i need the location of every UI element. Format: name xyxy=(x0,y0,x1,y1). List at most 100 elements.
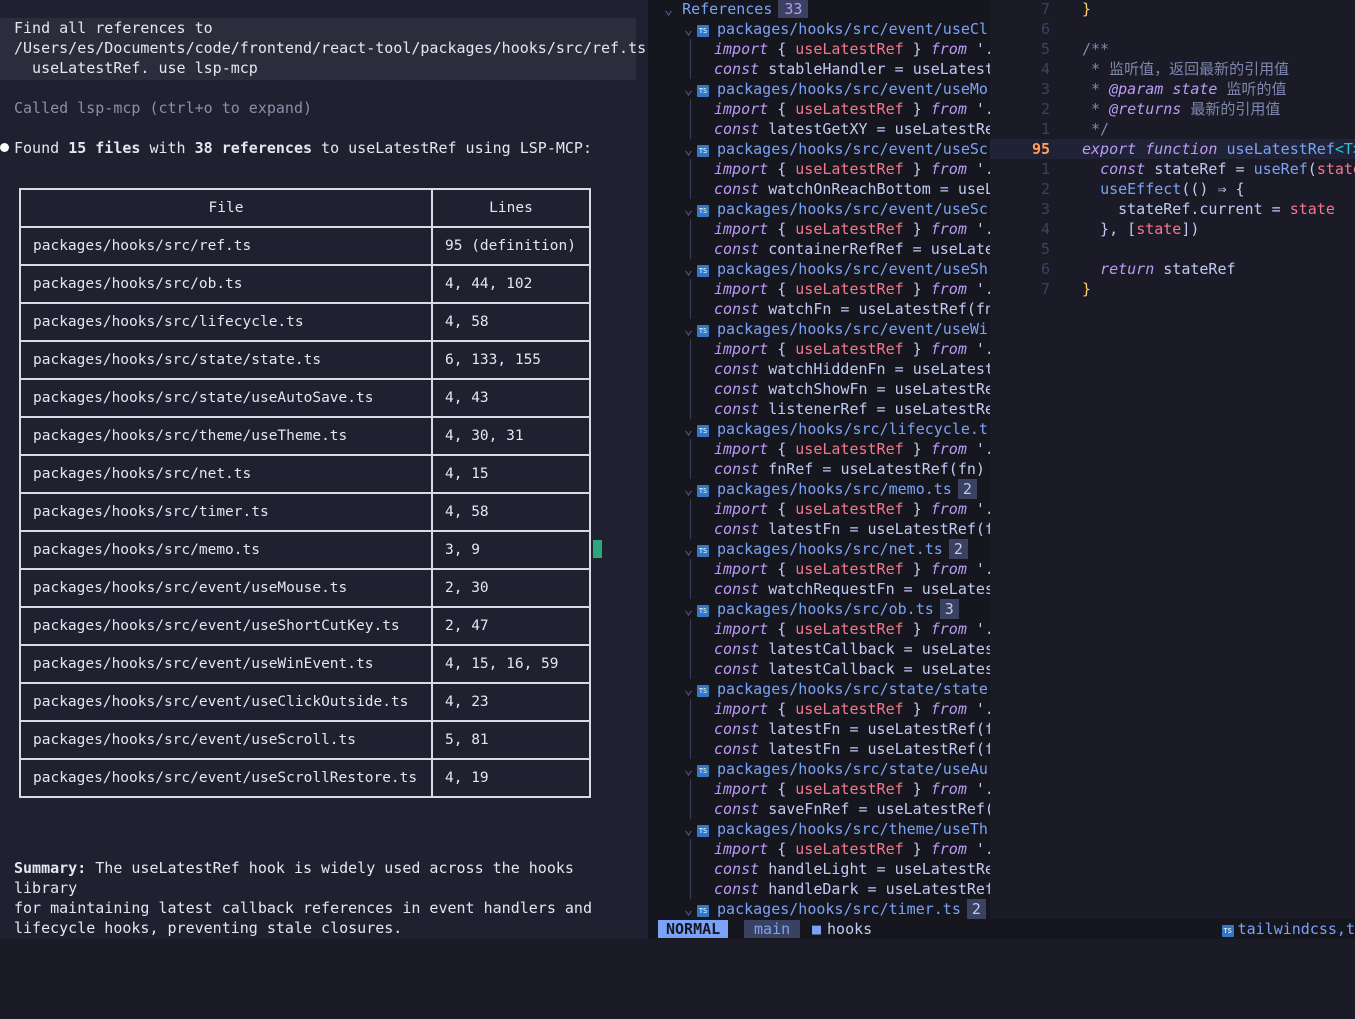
variable-name: watchShowFn xyxy=(768,380,868,398)
code-line[interactable]: 95 export function useLatestRef<T> xyxy=(990,139,1355,159)
reference-file-node[interactable]: ⌄ TS packages/hooks/src/event/useSc xyxy=(652,199,990,219)
reference-file-node[interactable]: ⌄ TS packages/hooks/src/event/useCl xyxy=(652,19,990,39)
chevron-down-icon[interactable]: ⌄ xyxy=(684,20,693,38)
import-keyword: import xyxy=(714,280,769,298)
file-cell: packages/hooks/src/memo.ts xyxy=(19,530,433,570)
reference-const-line[interactable]: const watchFn = useLatestRef(fn xyxy=(652,299,990,319)
reference-const-line[interactable]: const stableHandler = useLatest xyxy=(652,59,990,79)
code-line[interactable]: 2 * @returns 最新的引用值 xyxy=(990,99,1355,119)
chevron-down-icon[interactable]: ⌄ xyxy=(664,0,673,18)
variable-name: watchHiddenFn xyxy=(768,360,886,378)
import-keyword: import xyxy=(714,100,769,118)
code-line[interactable]: 6 return stateRef xyxy=(990,259,1355,279)
reference-const-line[interactable]: const watchRequestFn = useLates xyxy=(652,579,990,599)
lines-cell: 4, 23 xyxy=(431,682,591,722)
chevron-down-icon[interactable]: ⌄ xyxy=(684,420,693,438)
references-count: 33 xyxy=(778,0,809,18)
reference-file-node[interactable]: ⌄ TS packages/hooks/src/memo.ts 2 xyxy=(652,479,990,499)
reference-import-line[interactable]: import { useLatestRef } from '. xyxy=(652,219,990,239)
folder-icon: ■ xyxy=(812,920,822,938)
chevron-down-icon[interactable]: ⌄ xyxy=(684,900,693,918)
chevron-down-icon[interactable]: ⌄ xyxy=(684,680,693,698)
reference-const-line[interactable]: const watchShowFn = useLatestRe xyxy=(652,379,990,399)
reference-file-node[interactable]: ⌄ TS packages/hooks/src/state/useAu xyxy=(652,759,990,779)
code-line[interactable]: 5 xyxy=(990,239,1355,259)
imported-name: useLatestRef xyxy=(795,840,904,858)
file-cell: packages/hooks/src/event/useScrollRestor… xyxy=(19,758,433,798)
lines-cell: 4, 58 xyxy=(431,492,591,532)
reference-const-line[interactable]: const latestCallback = useLates xyxy=(652,659,990,679)
reference-file-node[interactable]: ⌄ TS packages/hooks/src/net.ts 2 xyxy=(652,539,990,559)
reference-import-line[interactable]: import { useLatestRef } from '. xyxy=(652,99,990,119)
reference-const-line[interactable]: const containerRefRef = useLate xyxy=(652,239,990,259)
reference-import-line[interactable]: import { useLatestRef } from '. xyxy=(652,159,990,179)
code-text: const stateRef = useRef(state xyxy=(1100,160,1355,178)
reference-const-line[interactable]: const watchHiddenFn = useLatest xyxy=(652,359,990,379)
tool-call-status[interactable]: Called lsp-mcp (ctrl+o to expand) xyxy=(14,98,312,118)
chevron-down-icon[interactable]: ⌄ xyxy=(684,80,693,98)
reference-file-node[interactable]: ⌄ TS packages/hooks/src/event/useSh xyxy=(652,259,990,279)
reference-const-line[interactable]: const saveFnRef = useLatestRef( xyxy=(652,799,990,819)
chevron-down-icon[interactable]: ⌄ xyxy=(684,820,693,838)
from-keyword: from xyxy=(930,500,967,518)
reference-const-line[interactable]: const latestFn = useLatestRef(f xyxy=(652,719,990,739)
reference-const-line[interactable]: const handleLight = useLatestRe xyxy=(652,859,990,879)
chevron-down-icon[interactable]: ⌄ xyxy=(684,320,693,338)
lsp-client-name: tailwindcss,t xyxy=(1237,920,1355,938)
reference-import-line[interactable]: import { useLatestRef } from '. xyxy=(652,499,990,519)
variable-name: latestCallback xyxy=(768,660,895,678)
reference-const-line[interactable]: const handleDark = useLatestRef xyxy=(652,879,990,899)
reference-file-node[interactable]: ⌄ TS packages/hooks/src/event/useWi xyxy=(652,319,990,339)
code-line[interactable]: 2 useEffect(() ⇒ { xyxy=(990,179,1355,199)
reference-import-line[interactable]: import { useLatestRef } from '. xyxy=(652,779,990,799)
reference-file-node[interactable]: ⌄ TS packages/hooks/src/lifecycle.t xyxy=(652,419,990,439)
code-line[interactable]: 3 stateRef.current = state xyxy=(990,199,1355,219)
reference-file-node[interactable]: ⌄ TS packages/hooks/src/event/useSc xyxy=(652,139,990,159)
line-number: 2 xyxy=(1040,100,1050,118)
code-line[interactable]: 6 xyxy=(990,19,1355,39)
reference-const-line[interactable]: const latestCallback = useLates xyxy=(652,639,990,659)
chevron-down-icon[interactable]: ⌄ xyxy=(684,260,693,278)
reference-const-line[interactable]: const fnRef = useLatestRef(fn) xyxy=(652,459,990,479)
file-cell: packages/hooks/src/event/useScroll.ts xyxy=(19,720,433,760)
reference-const-line[interactable]: const latestGetXY = useLatestRe xyxy=(652,119,990,139)
from-keyword: from xyxy=(930,100,967,118)
reference-file-node[interactable]: ⌄ TS packages/hooks/src/timer.ts 2 xyxy=(652,899,990,919)
reference-import-line[interactable]: import { useLatestRef } from '. xyxy=(652,839,990,859)
reference-file-node[interactable]: ⌄ TS packages/hooks/src/theme/useTh xyxy=(652,819,990,839)
chevron-down-icon[interactable]: ⌄ xyxy=(684,480,693,498)
code-line[interactable]: 1 */ xyxy=(990,119,1355,139)
reference-file-node[interactable]: ⌄ TS packages/hooks/src/event/useMo xyxy=(652,79,990,99)
reference-const-line[interactable]: const listenerRef = useLatestRe xyxy=(652,399,990,419)
chevron-down-icon[interactable]: ⌄ xyxy=(684,600,693,618)
reference-import-line[interactable]: import { useLatestRef } from '. xyxy=(652,619,990,639)
reference-expression: useLatestRe xyxy=(894,120,990,138)
variable-name: containerRefRef xyxy=(768,240,904,258)
references-title: References xyxy=(682,0,773,18)
reference-import-line[interactable]: import { useLatestRef } from '. xyxy=(652,39,990,59)
code-line[interactable]: 7} xyxy=(990,279,1355,299)
code-line[interactable]: 1 const stateRef = useRef(state xyxy=(990,159,1355,179)
reference-const-line[interactable]: const watchOnReachBottom = useL xyxy=(652,179,990,199)
chevron-down-icon[interactable]: ⌄ xyxy=(684,140,693,158)
code-line[interactable]: 4 * 监听值，返回最新的引用值 xyxy=(990,59,1355,79)
reference-import-line[interactable]: import { useLatestRef } from '. xyxy=(652,439,990,459)
chevron-down-icon[interactable]: ⌄ xyxy=(684,760,693,778)
code-line[interactable]: 3 * @param state 监听的值 xyxy=(990,79,1355,99)
reference-file-node[interactable]: ⌄ TS packages/hooks/src/state/state xyxy=(652,679,990,699)
code-line[interactable]: 5 /** xyxy=(990,39,1355,59)
chevron-down-icon[interactable]: ⌄ xyxy=(684,200,693,218)
reference-import-line[interactable]: import { useLatestRef } from '. xyxy=(652,279,990,299)
code-line[interactable]: 4 }, [state]) xyxy=(990,219,1355,239)
references-header[interactable]: ⌄ References 33 xyxy=(652,0,990,19)
reference-import-line[interactable]: import { useLatestRef } from '. xyxy=(652,699,990,719)
code-line[interactable]: 7} xyxy=(990,0,1355,19)
reference-const-line[interactable]: const latestFn = useLatestRef(f xyxy=(652,739,990,759)
code-text: stateRef.current = state xyxy=(1082,200,1335,218)
file-cell: packages/hooks/src/lifecycle.ts xyxy=(19,302,433,342)
reference-const-line[interactable]: const latestFn = useLatestRef(f xyxy=(652,519,990,539)
reference-import-line[interactable]: import { useLatestRef } from '. xyxy=(652,559,990,579)
chevron-down-icon[interactable]: ⌄ xyxy=(684,540,693,558)
reference-file-node[interactable]: ⌄ TS packages/hooks/src/ob.ts 3 xyxy=(652,599,990,619)
reference-import-line[interactable]: import { useLatestRef } from '. xyxy=(652,339,990,359)
